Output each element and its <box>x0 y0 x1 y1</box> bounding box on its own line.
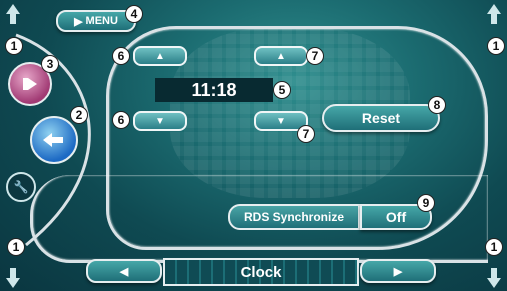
next-button[interactable]: ▶ <box>360 259 436 283</box>
up-arrow-icon: ▲ <box>155 50 165 62</box>
callout-1: 1 <box>485 238 503 256</box>
minute-up-button[interactable]: ▲ <box>254 46 308 66</box>
down-arrow-icon: ▼ <box>276 115 286 127</box>
rds-sync-label: RDS Synchronize <box>228 204 360 230</box>
callout-7: 7 <box>306 47 324 65</box>
up-arrow-icon[interactable] <box>6 4 20 24</box>
down-arrow-icon[interactable] <box>6 268 20 288</box>
prev-button[interactable]: ◀ <box>86 259 162 283</box>
screen: ▶ MENU 🔧 ▲ ▼ ▲ ▼ 11:18 Reset RDS Synchro… <box>0 0 507 291</box>
rds-off-text: Off <box>385 209 407 225</box>
hour-down-button[interactable]: ▼ <box>133 111 187 131</box>
callout-6: 6 <box>112 47 130 65</box>
right-arrow-icon: ▶ <box>393 265 403 278</box>
play-icon: ▶ <box>74 15 83 28</box>
callout-1: 1 <box>7 238 25 256</box>
rds-group: RDS Synchronize Off <box>228 204 434 230</box>
callout-5: 5 <box>273 81 291 99</box>
left-arrow-icon: ◀ <box>119 265 129 278</box>
callout-1: 1 <box>5 37 23 55</box>
settings-button[interactable]: 🔧 <box>6 172 36 202</box>
time-text: 11:18 <box>191 79 237 100</box>
clock-title: Clock <box>240 263 282 281</box>
up-arrow-icon[interactable] <box>487 4 501 24</box>
clock-title-bar: Clock <box>163 258 359 286</box>
callout-1: 1 <box>487 37 505 55</box>
wrench-icon: 🔧 <box>13 180 29 194</box>
back-button[interactable] <box>30 116 78 164</box>
callout-4: 4 <box>125 5 143 23</box>
reset-label: Reset <box>361 110 401 126</box>
callout-3: 3 <box>41 55 59 73</box>
down-arrow-icon: ▼ <box>155 115 165 127</box>
up-arrow-icon: ▲ <box>276 50 286 62</box>
back-arrow-icon <box>43 133 63 147</box>
callout-7: 7 <box>297 125 315 143</box>
time-display: 11:18 <box>155 78 273 102</box>
reset-button[interactable]: Reset <box>322 104 440 132</box>
source-icon <box>23 78 37 90</box>
callout-8: 8 <box>428 96 446 114</box>
hour-up-button[interactable]: ▲ <box>133 46 187 66</box>
rds-sync-text: RDS Synchronize <box>243 210 345 224</box>
callout-6: 6 <box>112 111 130 129</box>
callout-2: 2 <box>70 106 88 124</box>
menu-label: MENU <box>85 15 118 27</box>
menu-button[interactable]: ▶ MENU <box>56 10 136 32</box>
callout-9: 9 <box>417 194 435 212</box>
down-arrow-icon[interactable] <box>487 268 501 288</box>
